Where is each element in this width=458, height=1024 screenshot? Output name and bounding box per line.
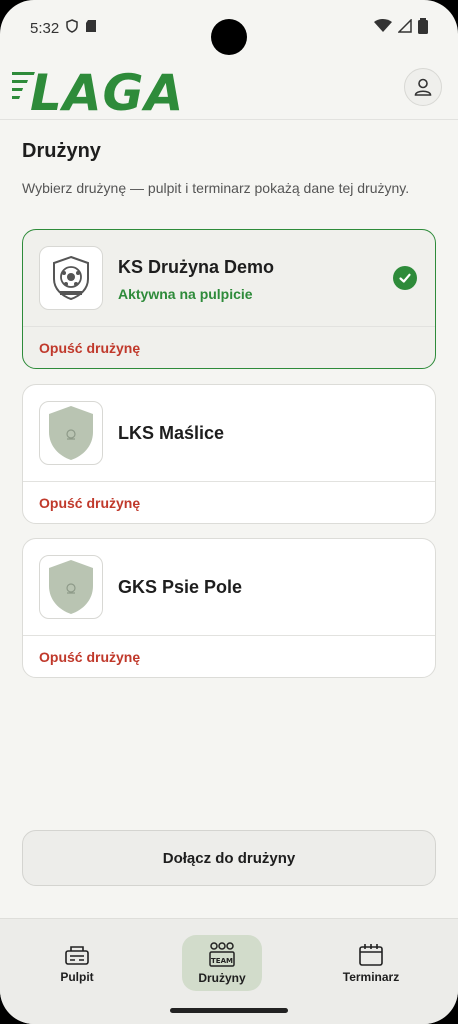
- nav-label: Pulpit: [60, 969, 94, 984]
- football-crest-icon: [53, 255, 89, 301]
- wifi-icon: [374, 19, 392, 37]
- nav-label: Drużyny: [198, 970, 246, 985]
- team-name: GKS Psie Pole: [118, 577, 243, 597]
- join-team-button[interactable]: Dołącz do drużyny: [22, 830, 436, 886]
- laga-logo: LAGA: [12, 64, 184, 116]
- team-logo: [39, 401, 103, 465]
- nav-item-druzyny[interactable]: TEAM Drużyny: [182, 935, 262, 991]
- team-card-gks-psie-pole[interactable]: GKS Psie Pole Opuść drużynę: [22, 538, 436, 678]
- leave-team-button[interactable]: Opuść drużynę: [23, 635, 435, 677]
- nav-label: Terminarz: [342, 969, 400, 984]
- shield-status-icon: [65, 19, 79, 37]
- camera-cutout: [211, 19, 247, 55]
- team-icon-text: TEAM: [211, 957, 233, 965]
- shield-placeholder-icon: [49, 406, 93, 460]
- team-card-lks-maslice[interactable]: LKS Maślice Opuść drużynę: [22, 384, 436, 524]
- home-indicator[interactable]: [170, 1008, 288, 1013]
- user-icon: [414, 78, 432, 96]
- team-select-area[interactable]: KS Drużyna Demo Aktywna na pulpicie: [23, 230, 435, 326]
- sd-card-icon: [85, 19, 97, 37]
- page-subtitle: Wybierz drużynę — pulpit i terminarz pok…: [22, 180, 410, 196]
- team-name: KS Drużyna Demo: [118, 257, 275, 277]
- page-title: Drużyny: [22, 140, 101, 162]
- calendar-icon: [359, 943, 383, 966]
- status-time: 5:32: [30, 19, 60, 37]
- leave-team-button[interactable]: Opuść drużynę: [23, 481, 435, 523]
- team-card-ks-druzyna-demo[interactable]: KS Drużyna Demo Aktywna na pulpicie Opuś…: [22, 229, 436, 369]
- team-name: LKS Maślice: [118, 423, 225, 443]
- leave-team-button[interactable]: Opuść drużynę: [23, 326, 435, 368]
- nav-item-terminarz[interactable]: Terminarz: [331, 935, 411, 991]
- team-icon: TEAM: [209, 941, 235, 967]
- shield-placeholder-icon: [49, 560, 93, 614]
- check-icon: [393, 266, 417, 290]
- team-active-status: Aktywna na pulpicie: [118, 286, 253, 302]
- logo-text: LAGA: [30, 64, 184, 116]
- app-bar: LAGA: [0, 56, 458, 120]
- signal-icon: [397, 18, 412, 37]
- team-logo: [39, 246, 103, 310]
- phone-screen: 5:32 LAGA Drużyny Wybierz drużynę — pulp…: [0, 0, 458, 1024]
- nav-item-pulpit[interactable]: Pulpit: [37, 935, 117, 991]
- battery-icon: [418, 18, 428, 38]
- profile-button[interactable]: [404, 68, 442, 106]
- team-select-area[interactable]: GKS Psie Pole: [23, 539, 435, 635]
- team-select-area[interactable]: LKS Maślice: [23, 385, 435, 481]
- dashboard-icon: [65, 945, 89, 965]
- team-logo: [39, 555, 103, 619]
